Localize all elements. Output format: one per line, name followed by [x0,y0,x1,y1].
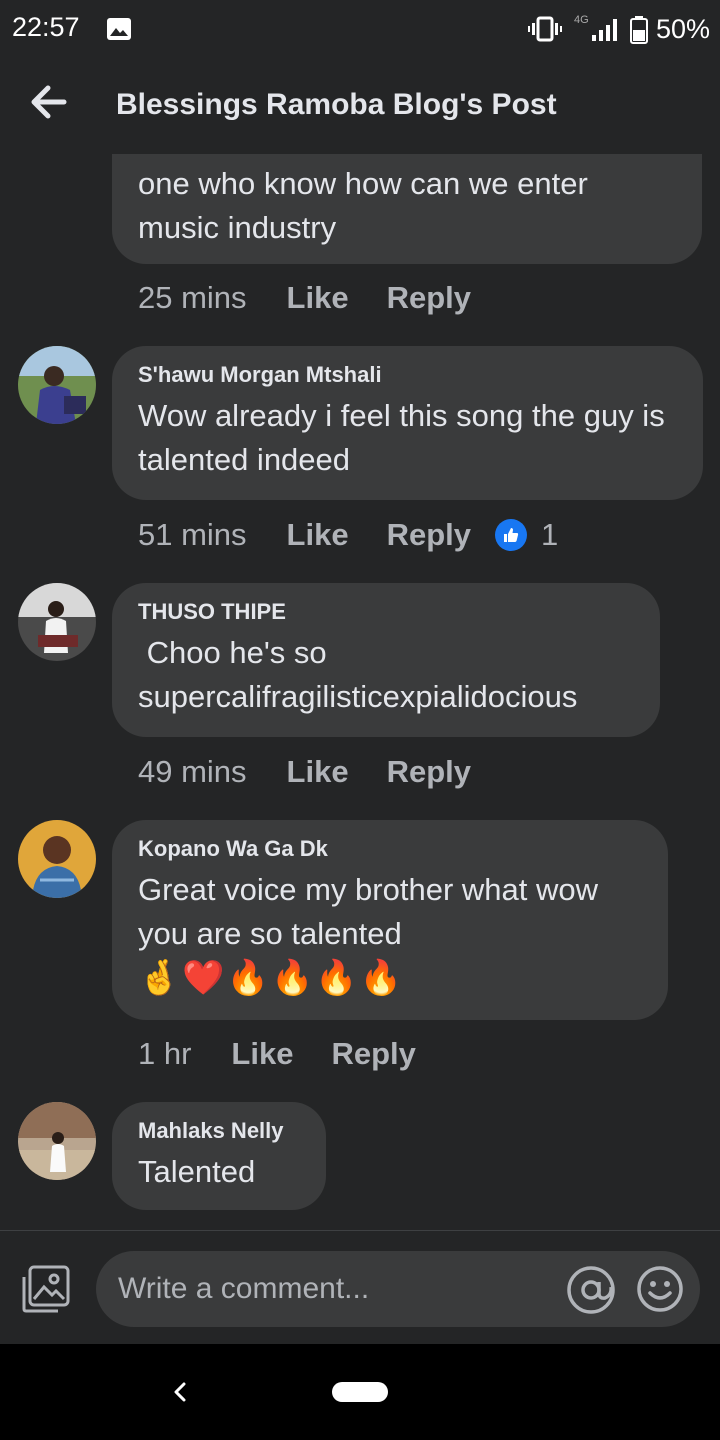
comment-bubble[interactable]: one who know how can we enter music indu… [112,154,702,264]
avatar[interactable] [18,820,96,898]
comment-bubble[interactable]: THUSO THIPE Choo he's so supercalifragil… [112,583,660,737]
comment-time: 25 mins [138,280,247,315]
comment-time: 49 mins [138,754,247,789]
like-button[interactable]: Like [287,754,349,790]
battery-icon [630,16,648,44]
comment-text: Talented [138,1154,256,1189]
like-button[interactable]: Like [287,517,349,553]
reply-button[interactable]: Reply [387,280,471,316]
back-arrow-icon[interactable] [28,82,68,122]
comment-author[interactable]: Mahlaks Nelly [138,1118,300,1144]
reply-button[interactable]: Reply [387,517,471,553]
system-nav-bar [0,1344,720,1440]
photo-icon[interactable] [20,1263,72,1315]
comment-bubble[interactable]: Mahlaks Nelly Talented [112,1102,326,1210]
comment-text: Choo he's so supercalifragilisticexpiali… [138,635,578,714]
reply-button[interactable]: Reply [387,754,471,790]
reaction-count[interactable]: 1 [541,517,558,553]
gallery-icon [106,17,132,41]
page-title: Blessings Ramoba Blog's Post [116,88,557,121]
comment-text: one who know how can we enter music indu… [138,166,597,245]
nav-back-icon[interactable] [168,1376,192,1408]
comment-emoji: 🤞❤️🔥🔥🔥🔥 [138,959,405,997]
network-type: 4G [574,14,589,26]
comments-list[interactable]: one who know how can we enter music indu… [0,154,720,1230]
comment-author[interactable]: Kopano Wa Ga Dk [138,836,642,862]
like-button[interactable]: Like [287,280,349,316]
emoji-picker-icon[interactable] [636,1265,684,1313]
post-header: Blessings Ramoba Blog's Post [0,62,720,154]
comment-meta: 51 mins Like Reply 1 [138,515,558,555]
status-time: 22:57 [12,12,80,42]
like-reaction-icon[interactable] [495,519,527,551]
comment-text: Wow already i feel this song the guy is … [138,398,674,477]
comment-time: 1 hr [138,1036,192,1071]
comment-meta: 25 mins Like Reply [138,278,509,318]
comment-author[interactable]: S'hawu Morgan Mtshali [138,362,677,388]
battery-percent: 50% [656,14,711,44]
comment-meta: 1 hr Like Reply [138,1034,454,1074]
comment-text: Great voice my brother what wow you are … [138,872,607,951]
comment-composer [0,1230,720,1345]
signal-icon [590,18,620,42]
comment-meta: 49 mins Like Reply [138,752,509,792]
comment-bubble[interactable]: S'hawu Morgan Mtshali Wow already i feel… [112,346,703,500]
like-button[interactable]: Like [231,1036,293,1072]
status-bar: 22:57 4G 50% [0,0,720,62]
comment-time: 51 mins [138,517,247,552]
home-pill[interactable] [332,1382,388,1402]
comment-bubble[interactable]: Kopano Wa Ga Dk Great voice my brother w… [112,820,668,1020]
comment-author[interactable]: THUSO THIPE [138,599,634,625]
avatar[interactable] [18,1102,96,1180]
avatar[interactable] [18,346,96,424]
reply-button[interactable]: Reply [331,1036,415,1072]
vibrate-icon [528,16,562,42]
mention-icon[interactable] [566,1265,616,1315]
avatar[interactable] [18,583,96,661]
